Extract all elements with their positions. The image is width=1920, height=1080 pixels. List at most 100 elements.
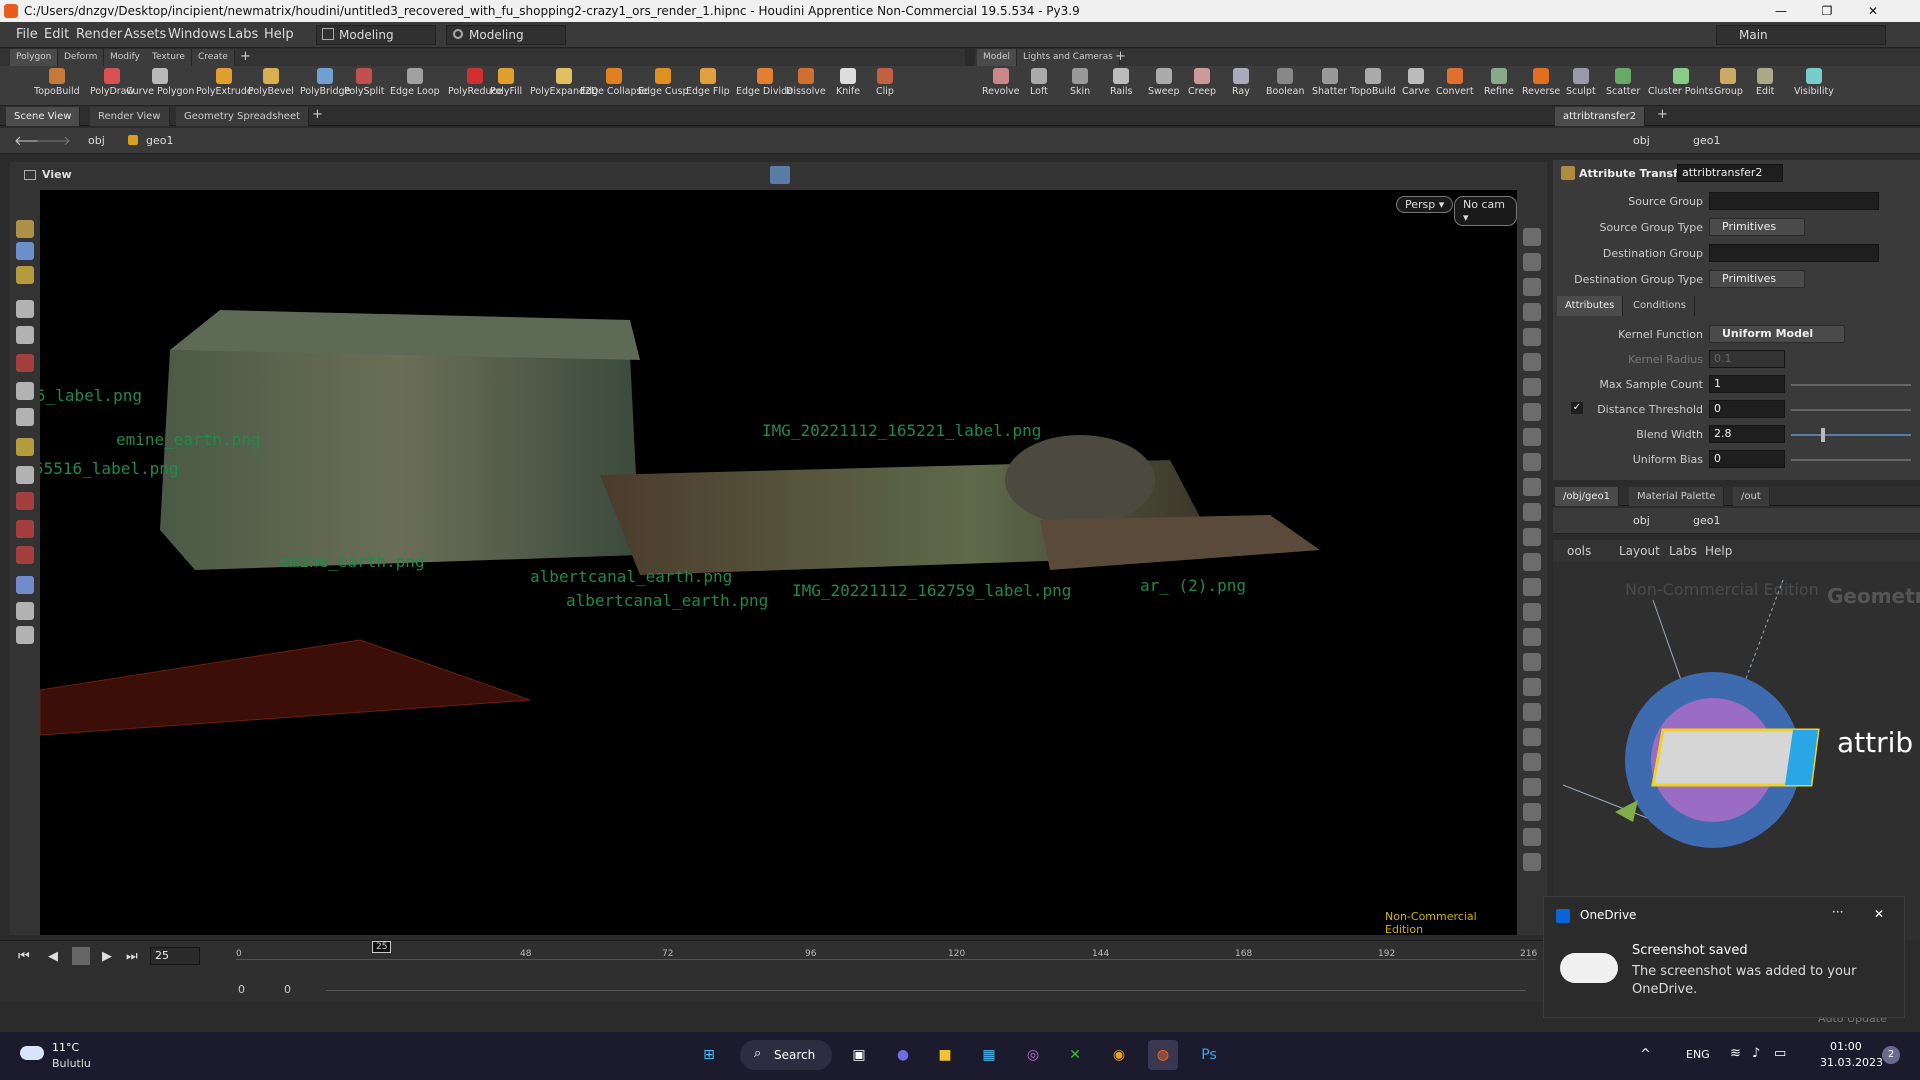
weather-temp[interactable]: 11°C [52,1041,79,1054]
menu-help[interactable]: Help [264,27,294,42]
display-option-icon[interactable] [1523,628,1541,646]
notification-badge[interactable]: 2 [1882,1046,1900,1064]
desktop-select[interactable]: Modeling [316,25,436,45]
tab-attribtransfer[interactable]: attribtransfer2 [1555,107,1646,126]
play-back-icon[interactable]: ◀ [48,949,58,964]
left-tool-icon[interactable] [16,466,34,484]
display-option-icon[interactable] [1523,778,1541,796]
param-path-obj[interactable]: obj [1633,134,1650,147]
shelf-tool-reverse[interactable]: Reverse [1522,68,1560,97]
tab-out[interactable]: /out [1733,487,1770,506]
left-tool-icon[interactable] [16,576,34,594]
tab-scene-view[interactable]: Scene View [6,107,81,126]
play-icon[interactable]: ▶ [102,949,112,964]
range-track[interactable] [326,990,1526,991]
shelf-tool-visibility[interactable]: Visibility [1794,68,1834,97]
display-option-icon[interactable] [1523,403,1541,421]
menu-edit[interactable]: Edit [44,27,69,42]
current-frame-marker[interactable]: 25 [372,941,392,953]
add-shelf-tab-icon-2[interactable]: + [1115,49,1126,64]
app-icon[interactable]: ◎ [1018,1040,1048,1070]
display-option-icon[interactable] [1523,703,1541,721]
blend-width-slider[interactable] [1791,434,1911,436]
shelf-tab-modify[interactable]: Modify [104,49,147,66]
uniform-bias-slider[interactable] [1791,459,1911,461]
menu-windows[interactable]: Windows [168,27,226,42]
viewport-toggle-icon[interactable] [770,166,790,184]
left-tool-icon[interactable] [16,382,34,400]
shelf-tool-creep[interactable]: Creep [1188,68,1216,97]
shelf-tool-edge-divide[interactable]: Edge Divide [736,68,793,97]
tab-render-view[interactable]: Render View [90,107,170,126]
shelf-tab-create[interactable]: Create [192,49,235,66]
last-frame-icon[interactable]: ⏭ [126,949,138,964]
camera-menu[interactable]: No cam ▾ [1454,196,1517,226]
display-option-icon[interactable] [1523,228,1541,246]
display-option-icon[interactable] [1523,828,1541,846]
display-option-icon[interactable] [1523,453,1541,471]
add-shelf-tab-icon[interactable]: + [240,49,251,64]
shelf-tool-polybevel[interactable]: PolyBevel [248,68,294,97]
display-option-icon[interactable] [1523,728,1541,746]
shelf-tool-rails[interactable]: Rails [1110,68,1132,97]
shelf-tab-model[interactable]: Model [977,49,1018,66]
shelf-tab-polygon[interactable]: Polygon [10,49,59,66]
add-param-tab-icon[interactable]: + [1657,107,1668,122]
display-option-icon[interactable] [1523,853,1541,871]
display-option-icon[interactable] [1523,328,1541,346]
first-frame-icon[interactable]: ⏮ [18,949,30,964]
shelf-tool-knife[interactable]: Knife [836,68,860,97]
left-tool-icon[interactable] [16,300,34,318]
shelf-tool-ray[interactable]: Ray [1232,68,1250,97]
main-select[interactable]: Main [1716,25,1886,45]
shelf-tab-lights-cameras[interactable]: Lights and Cameras [1017,49,1120,66]
store-icon[interactable]: ▦ [974,1040,1004,1070]
range-start-field[interactable]: 0 [238,983,245,996]
left-tool-icon[interactable] [16,520,34,538]
minimize-button[interactable]: — [1758,0,1804,22]
source-group-field[interactable] [1709,192,1879,210]
persp-menu[interactable]: Persp ▾ [1396,196,1454,213]
node-name-field[interactable]: attribtransfer2 [1677,164,1783,182]
shelf-tool-refine[interactable]: Refine [1484,68,1514,97]
shelf-tool-sculpt[interactable]: Sculpt [1566,68,1596,97]
toast-more-button[interactable]: ··· [1832,905,1843,919]
display-option-icon[interactable] [1523,803,1541,821]
range-end-field[interactable]: 0 [284,983,291,996]
display-option-icon[interactable] [1523,303,1541,321]
left-tool-icon[interactable] [16,626,34,644]
close-button[interactable]: ✕ [1850,0,1896,22]
tab-attributes[interactable]: Attributes [1557,296,1624,316]
kernel-function-menu[interactable]: Uniform Model [1709,325,1845,343]
blend-width-field[interactable]: 2.8 [1709,425,1785,443]
taskbar-search[interactable]: ⌕ Search [740,1040,832,1070]
distance-threshold-field[interactable]: 0 [1709,400,1785,418]
teams-icon[interactable]: ● [888,1040,918,1070]
xbox-icon[interactable]: ✕ [1060,1040,1090,1070]
shelf-tool-revolve[interactable]: Revolve [982,68,1020,97]
display-option-icon[interactable] [1523,653,1541,671]
display-option-icon[interactable] [1523,553,1541,571]
scene-viewport[interactable]: 5_label.png emine_earth.png 55516_label.… [40,190,1517,935]
chrome-icon[interactable]: ◉ [1104,1040,1134,1070]
path-obj[interactable]: obj [88,134,105,147]
add-pane-tab-icon[interactable]: + [312,107,323,122]
shelf-tool-edge-cusp[interactable]: Edge Cusp [638,68,689,97]
shelf-tab-texture[interactable]: Texture [146,49,192,66]
tab-conditions[interactable]: Conditions [1625,296,1695,316]
display-option-icon[interactable] [1523,753,1541,771]
shelf-tool-cluster-points[interactable]: Cluster Points [1648,68,1713,97]
left-tool-icon[interactable] [16,354,34,372]
left-tool-icon[interactable] [16,492,34,510]
display-option-icon[interactable] [1523,253,1541,271]
distance-threshold-slider[interactable] [1791,409,1911,411]
task-view-icon[interactable]: ▣ [844,1040,874,1070]
menu-file[interactable]: File [16,27,38,42]
tab-material-palette[interactable]: Material Palette [1629,487,1725,506]
left-tool-icon[interactable] [16,242,34,260]
desktop-select-2[interactable]: Modeling [446,25,566,45]
current-frame-field[interactable]: 25 [150,947,200,965]
max-sample-slider[interactable] [1791,384,1911,386]
volume-icon[interactable]: ♪ [1752,1046,1760,1061]
houdini-taskbar-icon[interactable]: ◍ [1148,1040,1178,1070]
